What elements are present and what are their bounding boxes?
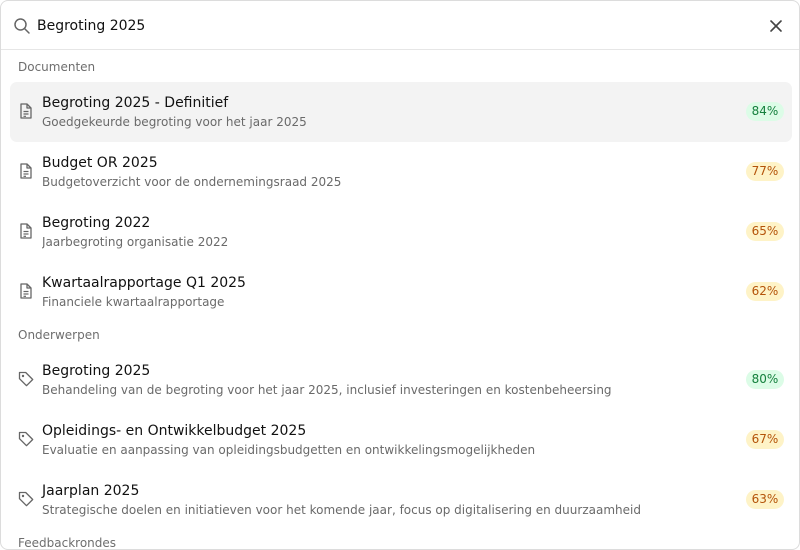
result-title: Budget OR 2025 (42, 155, 158, 171)
document-icon (17, 162, 35, 180)
result-description: Evaluatie en aanpassing van opleidingsbu… (42, 443, 536, 457)
result-description: Goedgekeurde begroting voor het jaar 202… (42, 115, 307, 129)
result-item[interactable]: Begroting 2025 Behandeling van de begroti… (10, 350, 792, 410)
result-description: Jaarbegroting organisatie 2022 (42, 235, 229, 249)
document-icon (17, 282, 35, 300)
result-description: Budgetoverzicht voor de ondernemingsraad… (42, 175, 342, 189)
result-description: Behandeling van de begroting voor het ja… (42, 383, 612, 397)
results-list: Documenten Begroting 2025 - Definitief Goe… (1, 50, 799, 550)
relevance-badge: 62% (746, 282, 784, 301)
group-heading: Documenten (18, 60, 96, 74)
document-icon (17, 222, 35, 240)
group-heading: Onderwerpen (18, 328, 100, 342)
document-icon (17, 102, 35, 120)
result-item[interactable]: Jaarplan 2025 Strategische doelen en init… (10, 470, 792, 530)
tag-icon (17, 430, 35, 448)
relevance-badge: 84% (746, 102, 784, 121)
result-item[interactable]: Begroting 2022 Jaarbegroting organisatie … (10, 202, 792, 262)
result-title: Begroting 2022 (42, 215, 151, 231)
search-dialog: Documenten Begroting 2025 - Definitief Goe… (0, 0, 800, 550)
search-bar (1, 1, 799, 50)
relevance-badge: 67% (746, 430, 784, 449)
result-title: Kwartaalrapportage Q1 2025 (42, 275, 246, 291)
result-item[interactable]: Kwartaalrapportage Q1 2025 Financiele kwa… (10, 262, 792, 322)
search-input[interactable] (37, 13, 737, 39)
relevance-badge: 80% (746, 370, 784, 389)
relevance-badge: 65% (746, 222, 784, 241)
result-description: Financiele kwartaalrapportage (42, 295, 225, 309)
result-item[interactable]: Opleidings- en Ontwikkelbudget 2025 Evalu… (10, 410, 792, 470)
close-icon (770, 20, 782, 32)
tag-icon (17, 490, 35, 508)
result-title: Opleidings- en Ontwikkelbudget 2025 (42, 423, 307, 439)
result-description: Strategische doelen en initiatieven voor… (42, 503, 641, 517)
close-button[interactable] (765, 15, 787, 37)
group-heading: Feedbackrondes (18, 536, 117, 550)
result-title: Begroting 2025 - Definitief (42, 95, 229, 111)
result-title: Jaarplan 2025 (42, 483, 140, 499)
relevance-badge: 77% (746, 162, 784, 181)
search-icon (13, 17, 31, 35)
result-item[interactable]: Budget OR 2025 Budgetoverzicht voor de on… (10, 142, 792, 202)
result-item[interactable]: Begroting 2025 - Definitief Goedgekeurde … (10, 82, 792, 142)
relevance-badge: 63% (746, 490, 784, 509)
result-title: Begroting 2025 (42, 363, 151, 379)
tag-icon (17, 370, 35, 388)
